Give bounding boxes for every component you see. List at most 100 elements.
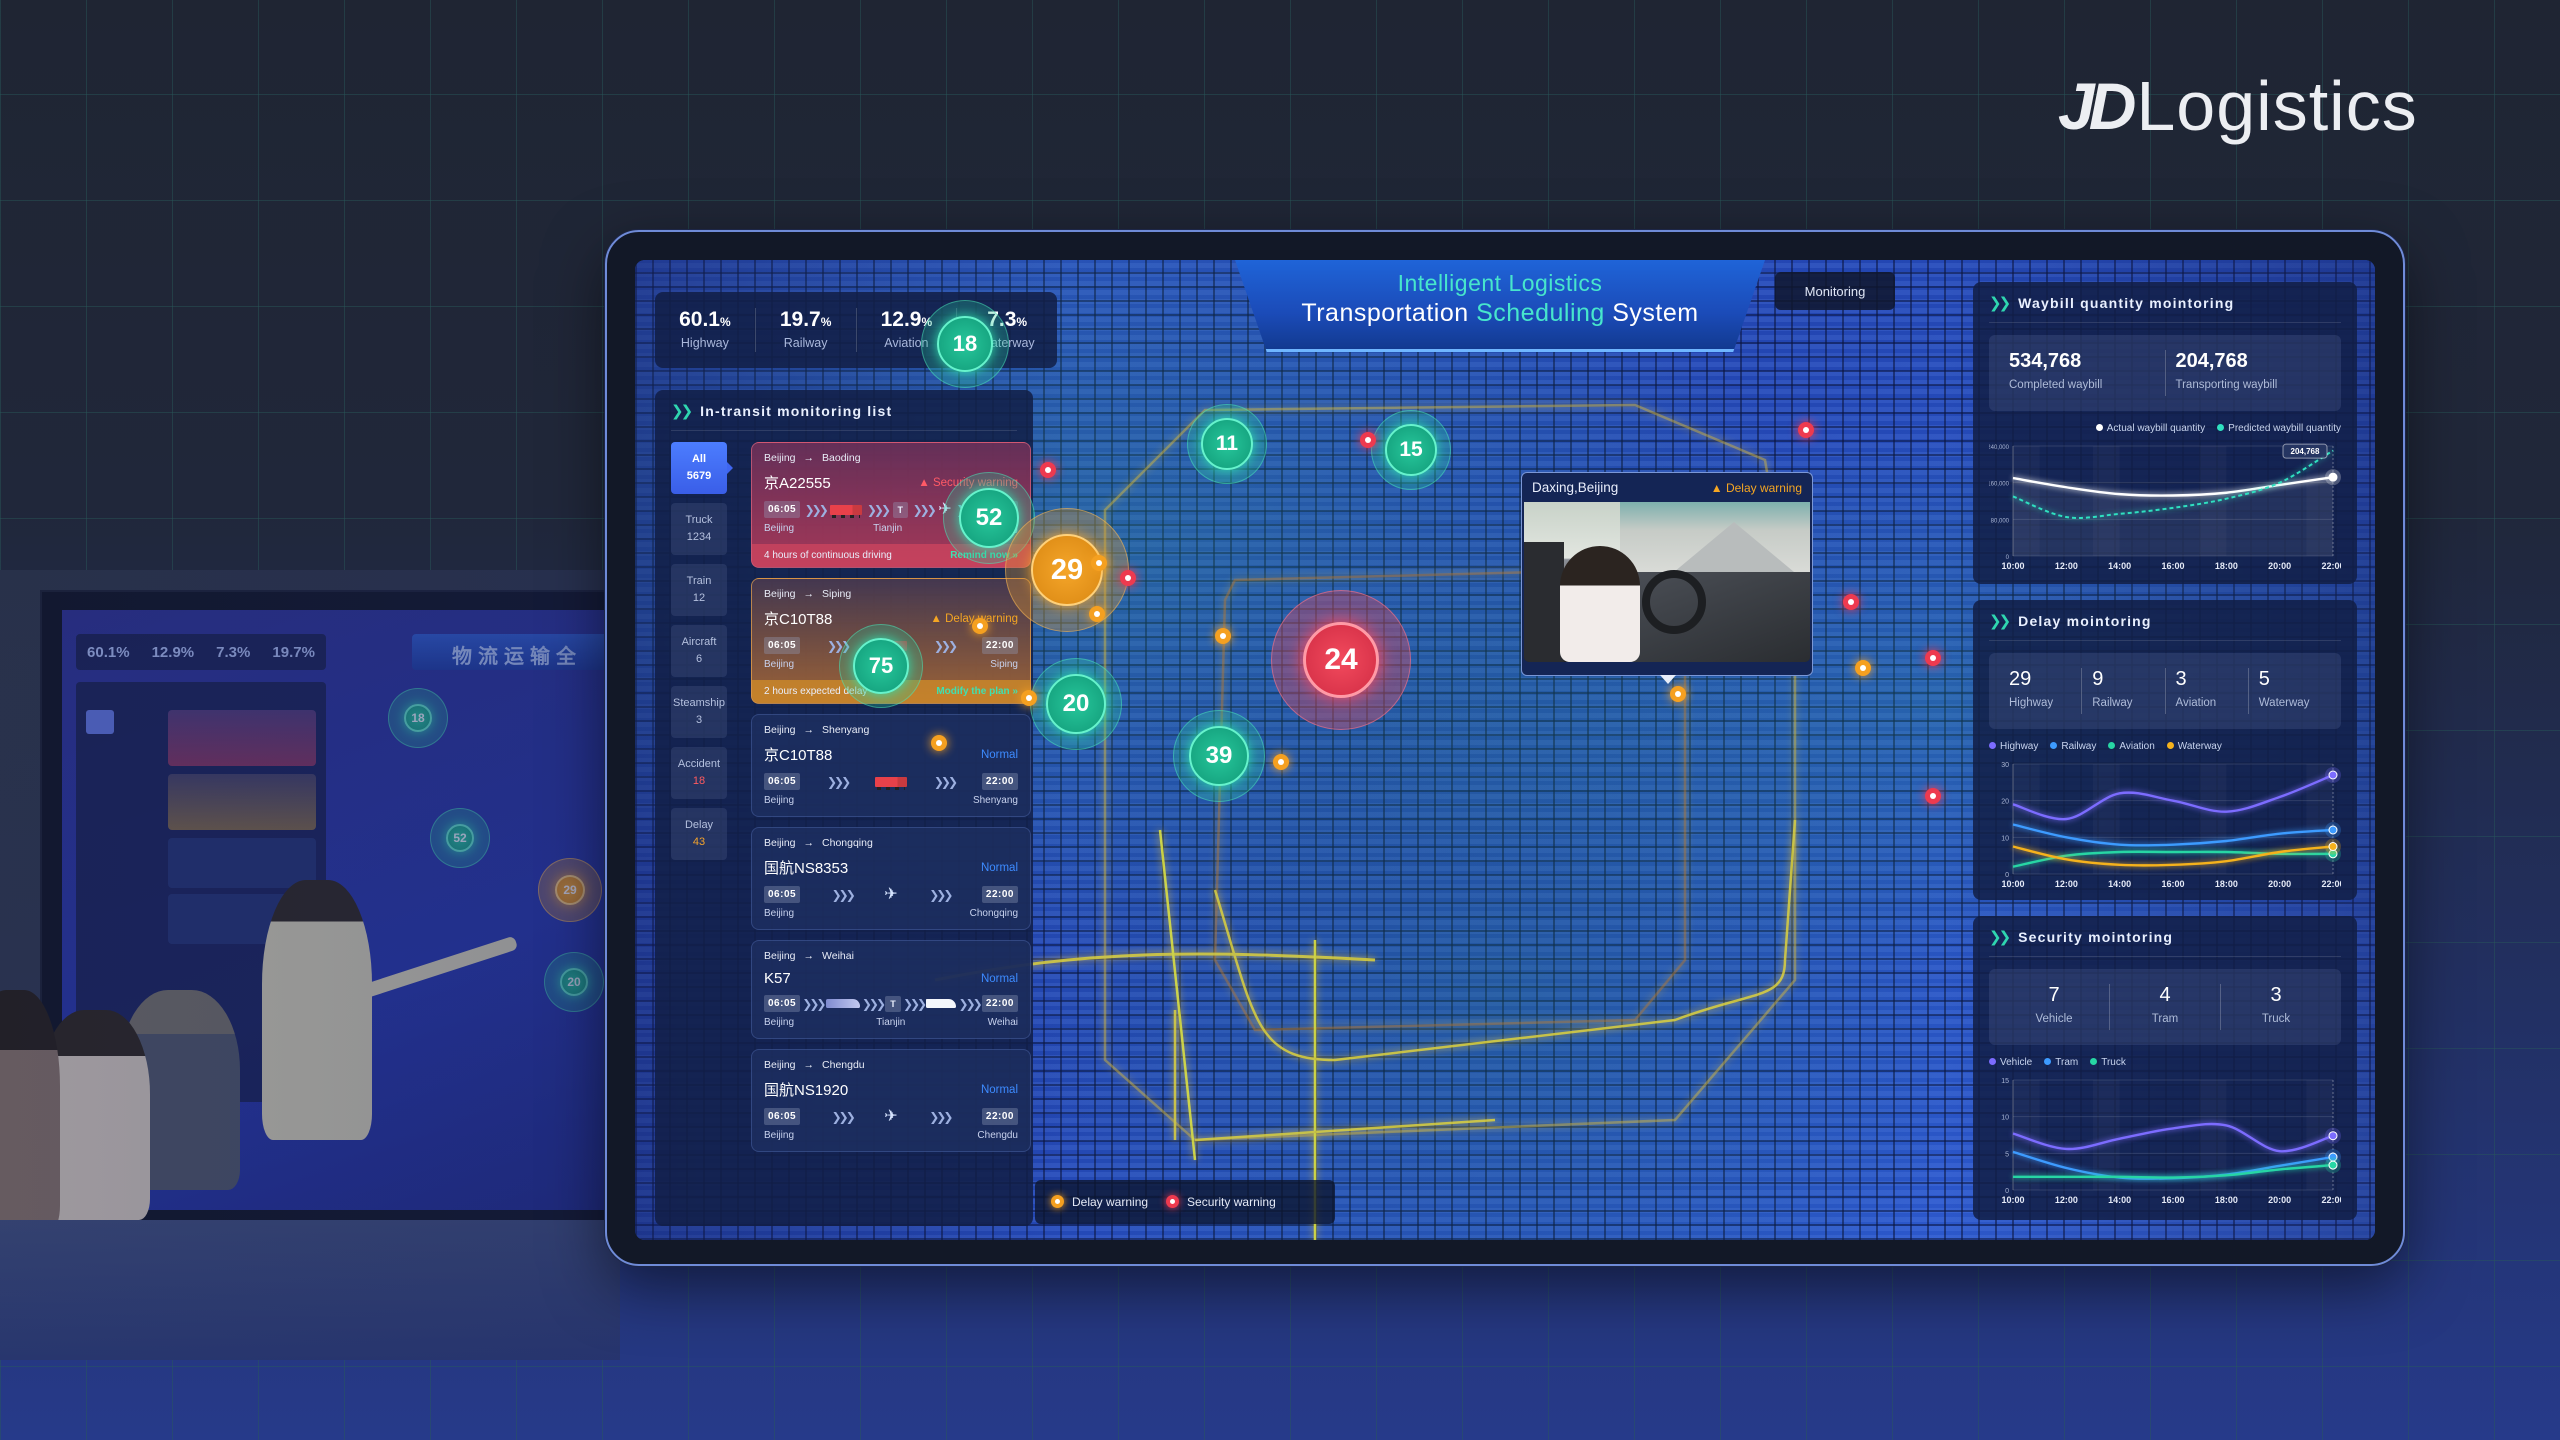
- destination-city: Shenyang: [972, 795, 1018, 806]
- series-line-tram: [2012, 1150, 2334, 1180]
- legend-item: Actual waybill quantity: [2095, 423, 2205, 434]
- series-line-railway: [2012, 823, 2334, 847]
- security-warning-pin[interactable]: [1925, 788, 1941, 804]
- map-cluster-normal[interactable]: 15: [1371, 410, 1451, 490]
- destination-city: Chongqing: [969, 908, 1018, 919]
- card-action-link[interactable]: Modify the plan »: [936, 686, 1018, 697]
- category-delay[interactable]: Delay 43: [671, 808, 727, 860]
- category-count: 43: [692, 836, 706, 848]
- stat-railway: 9 Railway: [2082, 668, 2166, 714]
- category-steamship[interactable]: Steamship 3: [671, 686, 727, 738]
- security-legend: Vehicle Tram Truck: [1989, 1057, 2341, 1068]
- legend-security-warning: Security warning: [1166, 1195, 1276, 1209]
- legend-item: Truck: [2090, 1057, 2126, 1068]
- security-warning-pin[interactable]: [1798, 422, 1814, 438]
- category-count: 3: [695, 714, 703, 726]
- map-legend: Delay warning Security warning: [1035, 1180, 1335, 1224]
- flow-chevrons-icon: ❯❯❯: [826, 774, 851, 789]
- journey-flow: 06:05 ❯❯❯ ✈ ❯❯❯ 22:00: [764, 886, 1018, 903]
- delay-warning-pin[interactable]: [1021, 690, 1037, 706]
- tooltip-value: 204,768: [2291, 447, 2320, 456]
- flow-chevrons-icon: ❯❯❯: [804, 502, 829, 517]
- delay-warning-pin[interactable]: [1855, 660, 1871, 676]
- category-truck[interactable]: Truck 1234: [671, 503, 727, 555]
- map-cluster-security[interactable]: 24: [1271, 590, 1411, 730]
- security-warning-pin[interactable]: [1120, 570, 1136, 586]
- stat-vehicle: 7 Vehicle: [1999, 984, 2110, 1030]
- train-icon: [825, 999, 860, 1008]
- security-warning-pin[interactable]: [1925, 650, 1941, 666]
- map-cluster-delay[interactable]: 29: [1005, 508, 1129, 632]
- journey-flow: 06:05 ❯❯❯ ✈ ❯❯❯ 22:00: [764, 1108, 1018, 1125]
- vehicle-id: 京C10T88: [764, 611, 833, 628]
- route-destination: Chengdu: [822, 1059, 865, 1071]
- category-accident[interactable]: Accident 18: [671, 747, 727, 799]
- delay-warning-pin[interactable]: [1670, 686, 1686, 702]
- dashboard-display: 60.1% Highway 19.7% Railway 12.9% Aviation …: [605, 230, 2405, 1266]
- transit-card[interactable]: Beijing → Shenyang 京C10T88 Normal 06:05 ❯❯❯ ❯❯❯…: [751, 714, 1031, 817]
- vehicle-camera-popup[interactable]: Daxing,Beijing ▲ Delay warning: [1521, 472, 1813, 684]
- delay-warning-pin[interactable]: [1091, 555, 1107, 571]
- category-aircraft[interactable]: Aircraft 6: [671, 625, 727, 677]
- transit-city: Tianjin: [873, 523, 903, 534]
- category-label: Aircraft: [681, 636, 717, 648]
- security-title: ❯❯ Security mointoring: [1989, 928, 2341, 957]
- vehicle-id: 京C10T88: [764, 747, 833, 764]
- transit-card[interactable]: Beijing → Weihai K57 Normal 06:05 ❯❯❯ ❯❯❯ T ❯❯❯ ❯❯…: [751, 940, 1031, 1039]
- route: Beijing → Shenyang: [764, 724, 1018, 736]
- plane-icon: ✈: [884, 1107, 898, 1125]
- x-tick-label: 12:00: [2055, 561, 2078, 571]
- route-origin: Beijing: [764, 1059, 796, 1071]
- security-warning-pin[interactable]: [1360, 432, 1376, 448]
- waybill-legend: Actual waybill quantity Predicted waybill…: [1989, 423, 2341, 434]
- delay-warning-pin[interactable]: [1273, 754, 1289, 770]
- security-warning-pin[interactable]: [1843, 594, 1859, 610]
- popup-pointer: [1660, 675, 1676, 684]
- category-label: Train: [686, 575, 712, 587]
- category-label: All: [691, 453, 707, 465]
- cluster-count: 11: [1201, 418, 1253, 470]
- x-tick-label: 18:00: [2215, 879, 2238, 889]
- category-count: 5679: [686, 470, 712, 482]
- category-train[interactable]: Train 12: [671, 564, 727, 616]
- stat-tram: 4 Tram: [2110, 984, 2221, 1030]
- logo-mark: JD: [2058, 69, 2136, 143]
- category-all[interactable]: All 5679: [671, 442, 733, 494]
- transit-card[interactable]: Beijing → Chengdu 国航NS1920 Normal 06:05 ❯❯❯ ✈ ❯❯…: [751, 1049, 1031, 1152]
- security-chart: 0 5 10 15 10:00 12:00 14:00 16:00 18:00 20:00 22:0…: [2001, 1078, 2341, 1205]
- monitoring-button[interactable]: Monitoring: [1775, 272, 1895, 310]
- route-origin: Beijing: [764, 588, 796, 600]
- control-room-photo: 60.1% 12.9% 7.3% 19.7% 物流运输全 18 52 29 20: [0, 570, 620, 1360]
- cluster-count: 75: [853, 638, 909, 694]
- departure-time: 06:05: [764, 773, 801, 790]
- stat-label: Railway: [2092, 697, 2133, 709]
- route-destination: Chongqing: [822, 837, 873, 849]
- status-badge: Normal: [980, 861, 1018, 874]
- delay-warning-pin[interactable]: [972, 618, 988, 634]
- legend-delay-warning: Delay warning: [1051, 1195, 1148, 1209]
- x-tick-label: 14:00: [2108, 1195, 2131, 1205]
- truck-icon: [830, 504, 863, 518]
- waybill-panel: ❯❯ Waybill quantity mointoring 534,768 Com…: [1973, 282, 2357, 584]
- map-cluster-normal[interactable]: 11: [1187, 404, 1267, 484]
- flow-chevrons-icon: ❯❯❯: [929, 887, 953, 902]
- delay-warning-pin[interactable]: [1089, 606, 1105, 622]
- flow-chevrons-icon: ❯❯❯: [802, 996, 826, 1011]
- legend-dot-icon: [2217, 424, 2225, 431]
- x-tick-label: 10:00: [2001, 561, 2024, 571]
- security-warning-pin[interactable]: [1040, 462, 1056, 478]
- origin-city: Beijing: [764, 523, 795, 534]
- map-cluster-normal[interactable]: 75: [839, 624, 923, 708]
- map-cluster-normal[interactable]: 20: [1030, 658, 1122, 750]
- delay-warning-pin[interactable]: [1215, 628, 1231, 644]
- map-cluster-normal[interactable]: 39: [1173, 710, 1265, 802]
- arrow-right-icon: →: [803, 452, 815, 464]
- x-tick-label: 18:00: [2215, 1195, 2238, 1205]
- journey-flow: 06:05 ❯❯❯ ❯❯❯ 22:00: [764, 773, 1018, 790]
- route-origin: Beijing: [764, 452, 796, 464]
- stat-value: 29: [2009, 668, 2032, 690]
- stat-label: Truck: [2261, 1013, 2291, 1025]
- delay-warning-pin[interactable]: [931, 735, 947, 751]
- map-cluster-normal[interactable]: 18: [921, 300, 1009, 388]
- transit-card[interactable]: Beijing → Chongqing 国航NS8353 Normal 06:05 ❯❯❯ ✈…: [751, 827, 1031, 930]
